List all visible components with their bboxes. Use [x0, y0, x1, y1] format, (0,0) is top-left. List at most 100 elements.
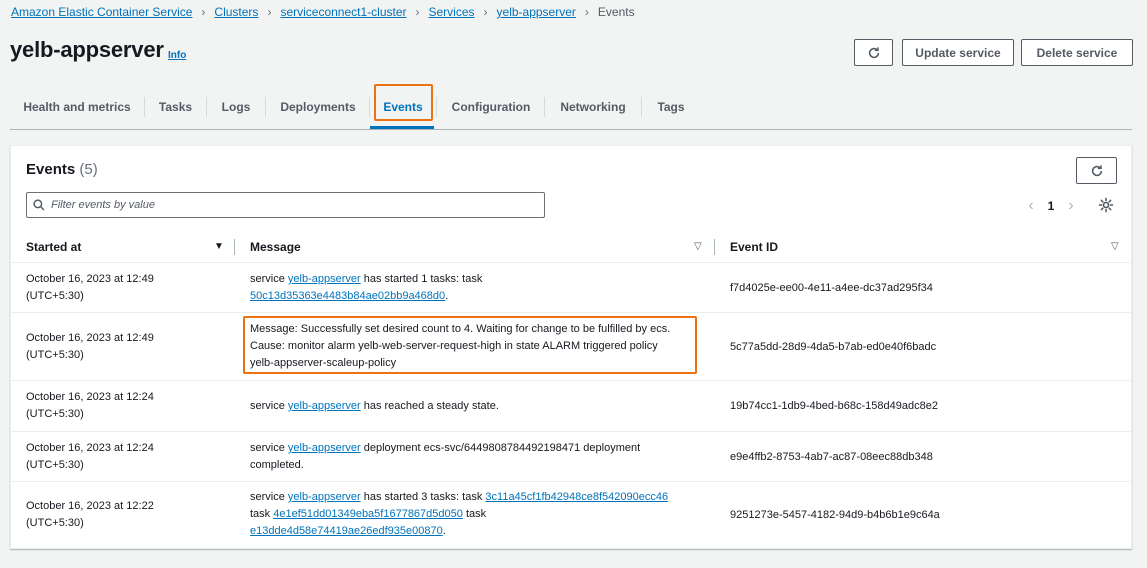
- column-divider[interactable]: [714, 239, 715, 255]
- update-service-button[interactable]: Update service: [902, 39, 1014, 66]
- message-text: service: [250, 273, 288, 285]
- event-id-cell: f7d4025e-ee00-4e11-a4ee-dc37ad295f34: [730, 282, 933, 294]
- event-timezone: (UTC+5:30): [26, 349, 84, 361]
- table-row: October 16, 2023 at 12:49 (UTC+5:30) ser…: [11, 263, 1131, 313]
- tab-bar: Health and metrics Tasks Logs Deployment…: [10, 90, 1132, 130]
- filter-events-field[interactable]: [26, 192, 545, 218]
- message-cell: service yelb-appserver has started 1 tas…: [250, 271, 710, 305]
- events-title-label: Events: [26, 161, 76, 178]
- message-cell: service yelb-appserver has reached a ste…: [250, 398, 710, 415]
- tab-deployments[interactable]: Deployments: [269, 90, 367, 124]
- message-text: service: [250, 400, 288, 412]
- message-text: service: [250, 442, 288, 454]
- chevron-right-icon: ›: [584, 5, 589, 19]
- table-row: October 16, 2023 at 12:24 (UTC+5:30) ser…: [11, 381, 1131, 432]
- message-line: Cause: monitor alarm yelb-web-server-req…: [250, 340, 658, 352]
- chevron-left-icon[interactable]: ‹: [1021, 197, 1041, 215]
- task-link[interactable]: e13dde4d58e74419ae26edf935e00870: [250, 525, 443, 537]
- breadcrumb-cluster[interactable]: serviceconnect1-cluster: [280, 5, 406, 19]
- service-link[interactable]: yelb-appserver: [288, 273, 361, 285]
- tab-divider: [544, 97, 545, 117]
- message-text: task: [250, 508, 274, 520]
- message-line: completed.: [250, 459, 304, 471]
- chevron-right-icon: ›: [267, 5, 272, 19]
- breadcrumb-clusters[interactable]: Clusters: [214, 5, 258, 19]
- tab-highlight-box: [374, 84, 433, 121]
- column-started-at[interactable]: Started at: [26, 232, 81, 262]
- message-text: deployment ecs-svc/6449808784492198471 d…: [360, 442, 641, 454]
- tab-divider: [641, 97, 642, 117]
- tab-health-and-metrics[interactable]: Health and metrics: [14, 90, 140, 124]
- service-link[interactable]: yelb-appserver: [288, 491, 361, 503]
- message-cell: Message: Successfully set desired count …: [250, 321, 710, 372]
- message-text: service: [250, 491, 288, 503]
- event-id-cell: 9251273e-5457-4182-94d9-b4b6b1e9c64a: [730, 509, 940, 521]
- task-link[interactable]: 50c13d35363e4483b84ae02bb9a468d0: [250, 290, 445, 302]
- event-date: October 16, 2023 at 12:49: [26, 273, 154, 285]
- tab-divider: [436, 97, 437, 117]
- events-refresh-button[interactable]: [1076, 157, 1117, 184]
- column-message[interactable]: Message: [250, 232, 301, 262]
- pagination: ‹ 1 ›: [1021, 197, 1081, 215]
- sort-descending-icon[interactable]: ▼: [214, 241, 224, 252]
- refresh-icon: [1091, 164, 1102, 176]
- service-link[interactable]: yelb-appserver: [288, 400, 361, 412]
- breadcrumb-services[interactable]: Services: [429, 5, 475, 19]
- events-count: (5): [79, 161, 98, 178]
- chevron-right-icon: ›: [483, 5, 488, 19]
- tab-networking[interactable]: Networking: [548, 90, 638, 124]
- message-text: .: [442, 525, 446, 537]
- message-line: e13dde4d58e74419ae26edf935e00870.: [250, 523, 710, 540]
- message-cell: service yelb-appserver has started 3 tas…: [250, 489, 710, 540]
- refresh-button[interactable]: [854, 39, 893, 66]
- sort-icon[interactable]: ▽: [694, 241, 702, 252]
- breadcrumb: Amazon Elastic Container Service › Clust…: [11, 4, 635, 20]
- started-at-cell: October 16, 2023 at 12:22 (UTC+5:30): [26, 498, 226, 532]
- events-title: Events (5): [26, 161, 98, 178]
- event-timezone: (UTC+5:30): [26, 408, 84, 420]
- started-at-cell: October 16, 2023 at 12:24 (UTC+5:30): [26, 389, 226, 423]
- tab-divider: [144, 97, 145, 117]
- task-link[interactable]: 4e1ef51dd01349eba5f1677867d5d050: [273, 508, 463, 520]
- message-cell: service yelb-appserver deployment ecs-sv…: [250, 440, 710, 474]
- tab-divider: [265, 97, 266, 117]
- message-line: service yelb-appserver has started 3 tas…: [250, 489, 710, 506]
- table-row: October 16, 2023 at 12:22 (UTC+5:30) ser…: [11, 482, 1131, 548]
- filter-events-input[interactable]: [51, 199, 531, 211]
- event-date: October 16, 2023 at 12:49: [26, 332, 154, 344]
- started-at-cell: October 16, 2023 at 12:49 (UTC+5:30): [26, 330, 226, 364]
- chevron-right-icon[interactable]: ›: [1061, 197, 1081, 215]
- column-divider[interactable]: [234, 239, 235, 255]
- delete-service-button[interactable]: Delete service: [1021, 39, 1133, 66]
- table-row: October 16, 2023 at 12:49 (UTC+5:30) Mes…: [11, 313, 1131, 381]
- tab-tags[interactable]: Tags: [645, 90, 697, 124]
- tab-logs[interactable]: Logs: [210, 90, 262, 124]
- tab-tasks[interactable]: Tasks: [148, 90, 203, 124]
- chevron-right-icon: ›: [415, 5, 420, 19]
- breadcrumb-current: Events: [597, 5, 635, 19]
- tab-divider: [369, 97, 370, 117]
- started-at-cell: October 16, 2023 at 12:49 (UTC+5:30): [26, 271, 226, 305]
- settings-gear-icon[interactable]: [1098, 197, 1114, 213]
- tab-configuration[interactable]: Configuration: [441, 90, 541, 124]
- service-link[interactable]: yelb-appserver: [288, 442, 361, 454]
- table-row: October 16, 2023 at 12:24 (UTC+5:30) ser…: [11, 432, 1131, 482]
- task-link[interactable]: 3c11a45cf1fb42948ce8f542090ecc46: [485, 491, 668, 503]
- breadcrumb-service[interactable]: yelb-appserver: [497, 5, 576, 19]
- message-line: yelb-appserver-scaleup-policy: [250, 357, 397, 369]
- info-link[interactable]: Info: [168, 50, 186, 61]
- column-event-id[interactable]: Event ID: [730, 232, 778, 262]
- event-timezone: (UTC+5:30): [26, 290, 84, 302]
- message-line: service yelb-appserver has reached a ste…: [250, 398, 710, 415]
- table-header: Started at ▼ Message ▽ Event ID ▽: [11, 232, 1131, 263]
- message-line: service yelb-appserver has started 1 tas…: [250, 271, 710, 288]
- tab-divider: [206, 97, 207, 117]
- page-number[interactable]: 1: [1041, 199, 1061, 213]
- breadcrumb-ecs[interactable]: Amazon Elastic Container Service: [11, 5, 192, 19]
- message-text: has reached a steady state.: [360, 400, 499, 412]
- message-line: task 4e1ef51dd01349eba5f1677867d5d050 ta…: [250, 506, 710, 523]
- sort-icon[interactable]: ▽: [1111, 241, 1119, 252]
- events-panel: Events (5) ‹ 1 › Started at ▼ Message ▽ …: [10, 145, 1132, 549]
- message-text: .: [445, 290, 449, 302]
- message-line: Message: Successfully set desired count …: [250, 323, 671, 335]
